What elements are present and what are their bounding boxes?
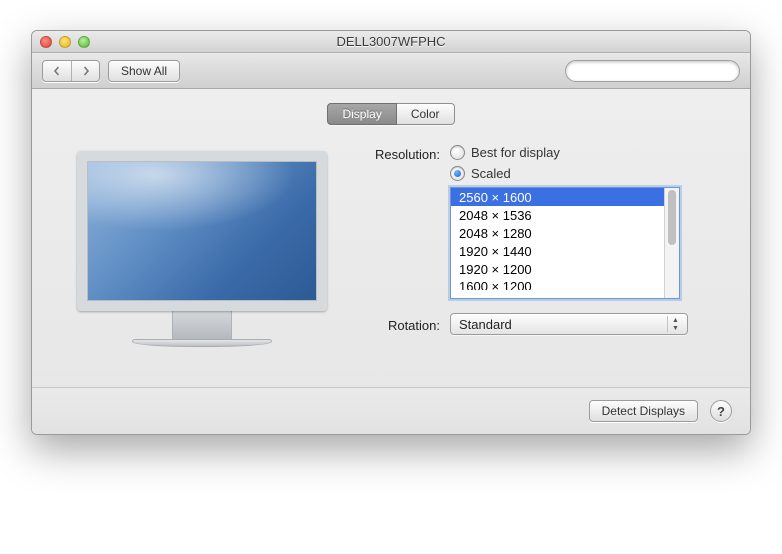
detect-displays-button[interactable]: Detect Displays (589, 400, 698, 422)
zoom-icon[interactable] (78, 36, 90, 48)
forward-button[interactable] (71, 61, 99, 81)
minimize-icon[interactable] (59, 36, 71, 48)
help-icon: ? (717, 404, 725, 419)
list-item[interactable]: 2560 × 1600 (451, 188, 664, 206)
back-button[interactable] (43, 61, 71, 81)
scrollbar-thumb[interactable] (668, 190, 676, 245)
toolbar: Show All (32, 53, 750, 89)
show-all-button[interactable]: Show All (108, 60, 180, 82)
resolution-best-label: Best for display (471, 145, 560, 160)
tab-color-label: Color (411, 107, 440, 121)
settings-pane: Resolution: Best for display Scaled (360, 145, 720, 347)
titlebar[interactable]: DELL3007WFPHC (32, 31, 750, 53)
radio-icon (450, 166, 465, 181)
window-title: DELL3007WFPHC (32, 34, 750, 49)
chevron-right-icon (81, 66, 91, 76)
resolution-scaled-option[interactable]: Scaled (450, 166, 720, 181)
chevron-left-icon (52, 66, 62, 76)
list-item[interactable]: 1920 × 1440 (451, 242, 664, 260)
display-preferences-window: DELL3007WFPHC Show All Display (31, 30, 751, 435)
resolution-label: Resolution: (360, 145, 450, 162)
search-field[interactable] (565, 60, 740, 82)
resolution-list-items: 2560 × 1600 2048 × 1536 2048 × 1280 1920… (451, 188, 664, 298)
list-item[interactable]: 1920 × 1200 (451, 260, 664, 278)
nav-buttons (42, 60, 100, 82)
updown-icon: ▲▼ (667, 316, 683, 332)
monitor-icon (77, 151, 327, 347)
tab-color[interactable]: Color (397, 103, 455, 125)
search-input[interactable] (576, 63, 735, 79)
list-item[interactable]: 1600 × 1200 (451, 278, 664, 290)
list-item[interactable]: 2048 × 1280 (451, 224, 664, 242)
content-area: Resolution: Best for display Scaled (32, 125, 750, 387)
tab-display[interactable]: Display (327, 103, 396, 125)
rotation-value: Standard (459, 317, 512, 332)
resolution-listbox[interactable]: 2560 × 1600 2048 × 1536 2048 × 1280 1920… (450, 187, 680, 299)
footer: Detect Displays ? (32, 387, 750, 434)
rotation-label: Rotation: (360, 316, 450, 333)
close-icon[interactable] (40, 36, 52, 48)
rotation-select[interactable]: Standard ▲▼ (450, 313, 688, 335)
scrollbar[interactable] (664, 188, 679, 298)
resolution-scaled-label: Scaled (471, 166, 511, 181)
resolution-best-option[interactable]: Best for display (450, 145, 720, 160)
body: Display Color Resolution: (32, 89, 750, 434)
detect-displays-label: Detect Displays (602, 404, 685, 418)
monitor-preview (62, 145, 342, 347)
show-all-label: Show All (121, 64, 167, 78)
tab-display-label: Display (342, 107, 381, 121)
traffic-lights (40, 36, 90, 48)
tabs: Display Color (32, 103, 750, 125)
list-item[interactable]: 2048 × 1536 (451, 206, 664, 224)
help-button[interactable]: ? (710, 400, 732, 422)
radio-icon (450, 145, 465, 160)
